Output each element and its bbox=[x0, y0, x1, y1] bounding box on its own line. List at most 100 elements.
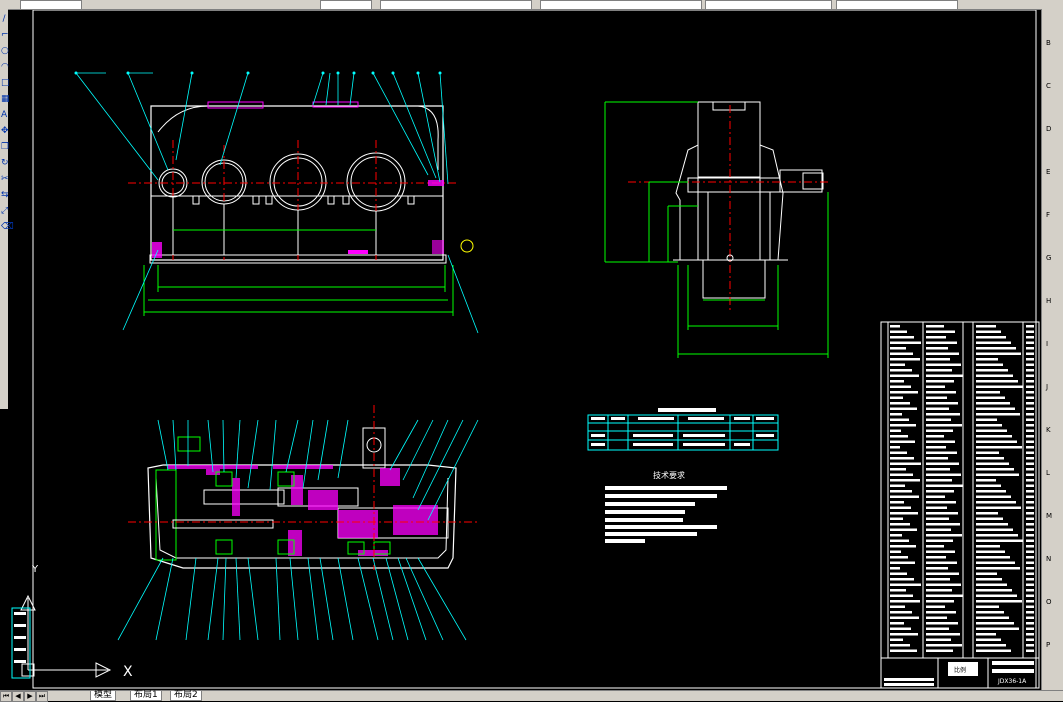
ruler-letter: D bbox=[1046, 125, 1052, 133]
parts-list-cell bbox=[976, 429, 1007, 432]
ucs-icon: X Y bbox=[20, 564, 133, 680]
parts-list-cell bbox=[1026, 358, 1034, 361]
trim-tool-icon[interactable]: ✂ bbox=[1, 173, 9, 185]
line-tool-icon[interactable]: / bbox=[1, 13, 7, 25]
scale-tool-icon[interactable]: ⤢ bbox=[1, 205, 8, 217]
parts-list-cell bbox=[890, 490, 912, 493]
erase-tool-icon[interactable]: ⌫ bbox=[1, 221, 14, 233]
parts-list-cell bbox=[1026, 616, 1034, 619]
parts-list-cell bbox=[976, 330, 1001, 333]
parts-list-cell bbox=[890, 644, 910, 647]
tab-nav-prev-icon[interactable]: ◀ bbox=[12, 691, 24, 702]
parts-list-cell bbox=[926, 556, 946, 559]
parts-list-cell bbox=[890, 638, 903, 641]
parts-list-cell bbox=[976, 534, 1018, 537]
tab-nav-last-icon[interactable]: ⏭ bbox=[36, 691, 48, 702]
parts-list-cell bbox=[976, 413, 1020, 416]
parts-list-cell bbox=[890, 385, 911, 388]
parts-list-cell bbox=[1026, 638, 1034, 641]
parts-list-cell bbox=[926, 385, 945, 388]
parts-list-cell bbox=[926, 391, 956, 394]
parts-list-cell bbox=[890, 380, 904, 383]
parts-list-cell bbox=[1026, 330, 1034, 333]
parts-list-cell bbox=[926, 600, 954, 603]
parts-list-cell bbox=[926, 352, 959, 355]
parts-list-cell bbox=[976, 347, 1016, 350]
mirror-tool-icon[interactable]: ⇆ bbox=[1, 189, 9, 201]
parts-list-cell bbox=[1026, 539, 1034, 542]
linetype-dropdown[interactable] bbox=[380, 0, 532, 10]
parts-list-cell bbox=[890, 457, 914, 460]
parts-list-cell bbox=[1026, 402, 1034, 405]
model-space-canvas[interactable]: 技术要求 比例 JDX36-1A X Y bbox=[8, 10, 1041, 690]
parts-list-cell bbox=[890, 341, 921, 344]
tab-nav-next-icon[interactable]: ▶ bbox=[24, 691, 36, 702]
parts-list-cell bbox=[890, 633, 918, 636]
parts-list-cell bbox=[926, 457, 948, 460]
parts-list-cell bbox=[926, 550, 955, 553]
ruler-letter: O bbox=[1046, 598, 1052, 606]
parts-list-cell bbox=[926, 473, 961, 476]
parts-list-cell bbox=[976, 402, 1010, 405]
parts-list-cell bbox=[976, 435, 1012, 438]
parts-list-cell bbox=[976, 583, 1007, 586]
rectangle-tool-icon[interactable]: □ bbox=[1, 77, 10, 89]
parts-list-cell bbox=[926, 644, 962, 647]
parts-list-cell bbox=[1026, 633, 1034, 636]
hatch-tool-icon[interactable]: ▦ bbox=[1, 93, 10, 105]
parts-list-cell bbox=[1026, 550, 1034, 553]
parts-list-cell bbox=[890, 534, 902, 537]
parts-list-cell bbox=[1026, 506, 1034, 509]
rotate-tool-icon[interactable]: ↻ bbox=[1, 157, 9, 169]
front-view bbox=[74, 71, 479, 334]
parts-list-cell bbox=[890, 479, 920, 482]
parts-list-cell bbox=[1026, 495, 1034, 498]
parts-list-cell bbox=[1026, 572, 1034, 575]
color-dropdown[interactable] bbox=[705, 0, 832, 10]
parts-list-cell bbox=[976, 341, 1011, 344]
parts-list-cell bbox=[926, 374, 963, 377]
parts-list-cell bbox=[976, 605, 999, 608]
parts-list-cell bbox=[1026, 644, 1034, 647]
parts-list-cell bbox=[926, 589, 952, 592]
parts-list-cell bbox=[926, 440, 955, 443]
parts-list: 比例 JDX36-1A bbox=[880, 321, 1040, 689]
parts-list-cell bbox=[926, 325, 944, 328]
ruler-letter: I bbox=[1046, 340, 1049, 348]
polyline-tool-icon[interactable]: ⌐ bbox=[1, 29, 9, 41]
scale-label: 比例 bbox=[954, 666, 966, 674]
parts-list-cell bbox=[1026, 583, 1034, 586]
parts-list-cell bbox=[1026, 627, 1034, 630]
parts-list-cell bbox=[1026, 391, 1034, 394]
text-tool-icon[interactable]: A bbox=[1, 109, 7, 121]
copy-tool-icon[interactable]: ❐ bbox=[1, 141, 9, 153]
parts-list-cell bbox=[1026, 457, 1034, 460]
parts-list-cell bbox=[926, 622, 958, 625]
layer-dropdown[interactable] bbox=[20, 0, 82, 10]
parts-list-cell bbox=[976, 468, 1014, 471]
plotstyle-dropdown[interactable] bbox=[836, 0, 958, 10]
ruler-letter: J bbox=[1046, 383, 1049, 391]
properties-dropdown[interactable] bbox=[320, 0, 372, 10]
ruler-letter: H bbox=[1046, 297, 1052, 305]
parts-list-cell bbox=[926, 429, 953, 432]
parts-list-cell bbox=[926, 413, 960, 416]
tab-nav-first-icon[interactable]: ⏮ bbox=[0, 691, 12, 702]
parts-list-cell bbox=[1026, 490, 1034, 493]
parts-list-cell bbox=[976, 627, 1019, 630]
lineweight-dropdown[interactable] bbox=[540, 0, 702, 10]
ruler-letter: F bbox=[1046, 211, 1051, 219]
circle-tool-icon[interactable]: ○ bbox=[1, 45, 9, 57]
parts-list-cell bbox=[890, 561, 915, 564]
parts-list-cell bbox=[976, 457, 1004, 460]
parts-list-cell bbox=[890, 501, 904, 504]
parts-list-cell bbox=[976, 473, 1019, 476]
move-tool-icon[interactable]: ✥ bbox=[1, 125, 9, 137]
arc-tool-icon[interactable]: ◠ bbox=[1, 61, 9, 73]
parts-list-cell bbox=[1026, 380, 1034, 383]
parts-list-cell bbox=[890, 506, 911, 509]
parts-list-cell bbox=[976, 616, 1009, 619]
parts-list-cell bbox=[1026, 556, 1034, 559]
parts-list-cell bbox=[1026, 451, 1034, 454]
parts-list-cell bbox=[1026, 341, 1034, 344]
